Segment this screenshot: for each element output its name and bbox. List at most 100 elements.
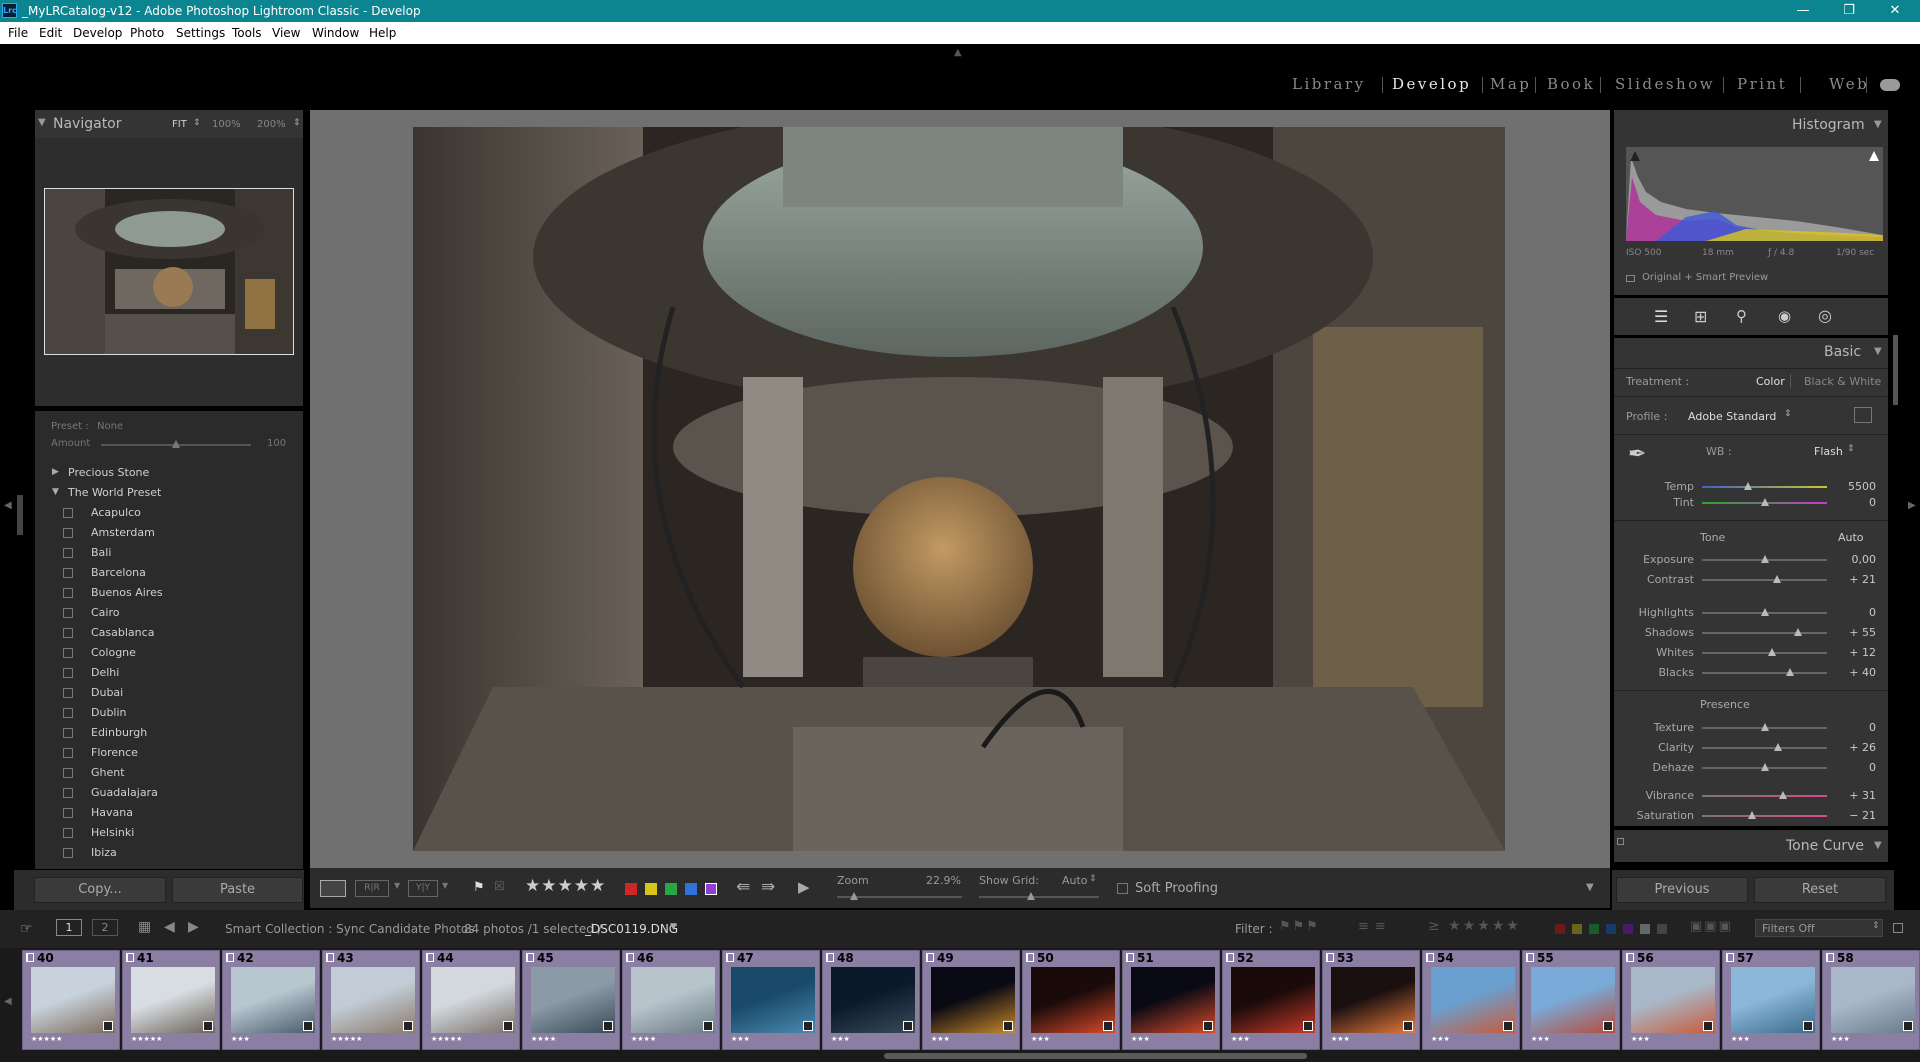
preset-item[interactable]: Ghent — [91, 766, 125, 779]
healing-icon[interactable]: ⚲ — [1736, 307, 1747, 325]
tone-curve-collapse-icon[interactable]: ▼ — [1874, 840, 1882, 851]
edited-badge-icon[interactable] — [703, 1021, 713, 1031]
filter-green[interactable] — [1589, 924, 1599, 934]
rating-stars[interactable]: ★★★★★ — [525, 876, 606, 896]
tone-auto-button[interactable]: Auto — [1838, 531, 1864, 544]
navigator-header[interactable]: ▼ Navigator FIT ⇕ 100% 200% ⇕ — [35, 110, 303, 138]
filmstrip-cell[interactable]: 57 ★★★ — [1722, 950, 1820, 1050]
edited-badge-icon[interactable] — [1103, 1021, 1113, 1031]
eyedropper-icon[interactable]: ✒ — [1628, 442, 1646, 467]
reset-button[interactable]: Reset — [1754, 877, 1886, 903]
filmstrip-cell[interactable]: 50 ★★★ — [1022, 950, 1120, 1050]
preset-group-world[interactable]: The World Preset — [68, 486, 161, 499]
slider-thumb[interactable] — [1785, 668, 1794, 676]
edited-badge-icon[interactable] — [503, 1021, 513, 1031]
module-map[interactable]: Map — [1490, 75, 1531, 93]
play-slideshow-icon[interactable]: ▶ — [798, 878, 810, 896]
slider-value[interactable]: − 21 — [1826, 809, 1876, 822]
thumbnail[interactable] — [831, 967, 915, 1033]
flag-icon[interactable] — [326, 953, 334, 962]
slider-value[interactable]: 0 — [1826, 496, 1876, 509]
flag-icon[interactable] — [1526, 953, 1534, 962]
flag-icon[interactable] — [826, 953, 834, 962]
thumbnail[interactable] — [931, 967, 1015, 1033]
histogram-graph[interactable] — [1626, 147, 1883, 241]
slider-track[interactable] — [1702, 795, 1827, 797]
module-slideshow[interactable]: Slideshow — [1615, 75, 1715, 93]
edited-badge-icon[interactable] — [803, 1021, 813, 1031]
filter-yellow[interactable] — [1572, 924, 1582, 934]
flag-pick-icon[interactable]: ⚑ — [473, 880, 485, 895]
module-library[interactable]: Library — [1292, 75, 1366, 93]
tone-curve-toggle-icon[interactable] — [1617, 838, 1624, 845]
color-label-green[interactable] — [665, 883, 677, 895]
preset-item[interactable]: Edinburgh — [91, 726, 147, 739]
flag-icon[interactable] — [426, 953, 434, 962]
edited-badge-icon[interactable] — [903, 1021, 913, 1031]
slider-value[interactable]: + 40 — [1826, 666, 1876, 679]
left-panel-scrollbar[interactable] — [17, 495, 23, 535]
edited-badge-icon[interactable] — [1803, 1021, 1813, 1031]
navigator-thumbnail[interactable] — [44, 188, 294, 355]
preset-item[interactable]: Havana — [91, 806, 133, 819]
edit-sliders-icon[interactable]: ☰ — [1654, 307, 1668, 326]
source-label[interactable]: Smart Collection : Sync Candidate Photos — [225, 922, 475, 936]
filter-purple[interactable] — [1623, 924, 1633, 934]
thumbnail[interactable] — [631, 967, 715, 1033]
edited-badge-icon[interactable] — [1903, 1021, 1913, 1031]
second-window-button[interactable]: 2 — [92, 919, 118, 936]
module-book[interactable]: Book — [1547, 75, 1595, 93]
preset-item[interactable]: Cairo — [91, 606, 120, 619]
flag-icon[interactable] — [1826, 953, 1834, 962]
slider-track[interactable] — [1702, 815, 1827, 817]
menu-file[interactable]: File — [8, 26, 28, 40]
filters-dropdown[interactable]: Filters Off ⇕ — [1755, 919, 1883, 937]
next-photo-icon[interactable]: ⇛ — [761, 877, 775, 897]
collapse-top-icon[interactable]: ▲ — [954, 47, 962, 58]
copy-button[interactable]: Copy... — [34, 877, 166, 903]
slider-track[interactable] — [1702, 579, 1827, 581]
slider-track[interactable] — [1702, 672, 1827, 674]
edited-badge-icon[interactable] — [1503, 1021, 1513, 1031]
grid-slider-thumb[interactable] — [1027, 892, 1035, 900]
preset-item[interactable]: Bali — [91, 546, 111, 559]
red-eye-icon[interactable]: ◉ — [1778, 307, 1791, 325]
filmstrip-cell[interactable]: 43 ★★★★★ — [322, 950, 420, 1050]
zoom-fit[interactable]: FIT — [172, 119, 187, 130]
edited-badge-icon[interactable] — [1703, 1021, 1713, 1031]
color-label-purple[interactable] — [705, 883, 717, 895]
menu-develop[interactable]: Develop — [73, 26, 122, 40]
preset-item[interactable]: Cologne — [91, 646, 136, 659]
preset-group-precious-stone[interactable]: Precious Stone — [68, 466, 149, 479]
module-develop[interactable]: Develop — [1392, 75, 1471, 93]
slider-value[interactable]: 5500 — [1826, 480, 1876, 493]
close-icon[interactable]: ✕ — [1872, 0, 1918, 22]
menu-view[interactable]: View — [272, 26, 300, 40]
thumbnail[interactable] — [131, 967, 215, 1033]
yy-dropdown-icon[interactable]: ▼ — [442, 881, 448, 890]
preset-item[interactable]: Delhi — [91, 666, 119, 679]
thumbnail[interactable] — [231, 967, 315, 1033]
flag-filter-icons[interactable]: ⚑⚑⚑ — [1279, 919, 1320, 934]
secondary-display-icon[interactable]: ☞ — [20, 921, 33, 937]
filmstrip-cell[interactable]: 49 ★★★ — [922, 950, 1020, 1050]
current-filename[interactable]: _DSC0119.DNG — [585, 922, 678, 936]
filmstrip-cell[interactable]: 44 ★★★★★ — [422, 950, 520, 1050]
flag-icon[interactable] — [26, 953, 34, 962]
before-after-icon[interactable]: R|R — [355, 880, 389, 897]
thumbnail[interactable] — [1631, 967, 1715, 1033]
slider-track[interactable] — [1702, 652, 1827, 654]
zoom-100[interactable]: 100% — [212, 119, 241, 130]
module-print[interactable]: Print — [1737, 75, 1787, 93]
flag-icon[interactable] — [1626, 953, 1634, 962]
wb-value[interactable]: Flash — [1814, 445, 1843, 458]
thumbnail[interactable] — [1231, 967, 1315, 1033]
cloud-sync-icon[interactable] — [1880, 79, 1900, 91]
color-label-red[interactable] — [625, 883, 637, 895]
filmstrip-scrollbar-thumb[interactable] — [884, 1053, 1307, 1059]
wb-dropdown-icon[interactable]: ⇕ — [1847, 444, 1855, 454]
slider-thumb[interactable] — [1794, 628, 1803, 636]
slider-value[interactable]: + 21 — [1826, 573, 1876, 586]
slider-track[interactable] — [1702, 747, 1827, 749]
thumbnail[interactable] — [1431, 967, 1515, 1033]
